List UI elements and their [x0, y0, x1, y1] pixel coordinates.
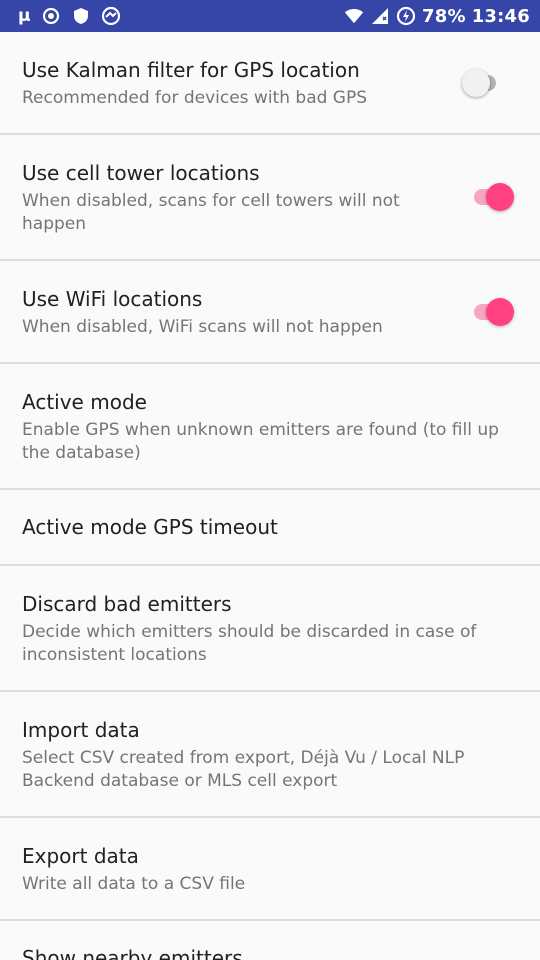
pref-import-data[interactable]: Import data Select CSV created from expo… [0, 692, 540, 818]
pref-discard-bad-emitters[interactable]: Discard bad emitters Decide which emitte… [0, 566, 540, 692]
pref-title: Show nearby emitters [22, 946, 243, 960]
record-icon [41, 6, 61, 26]
cell-signal-icon [370, 6, 390, 26]
pref-show-nearby-emitters[interactable]: Show nearby emitters [0, 921, 540, 960]
data-saver-icon [396, 6, 416, 26]
pref-title: Active mode GPS timeout [22, 515, 278, 539]
pref-summary: Decide which emitters should be discarde… [22, 622, 477, 665]
pref-kalman-filter[interactable]: Use Kalman filter for GPS location Recom… [0, 32, 540, 135]
switch-thumb [486, 183, 514, 211]
pref-active-mode[interactable]: Active mode Enable GPS when unknown emit… [0, 364, 540, 490]
cell-tower-toggle[interactable] [470, 183, 514, 211]
status-bar: μ 78% 13:46 [0, 0, 540, 32]
app-notification-glyph: μ [18, 6, 31, 26]
switch-thumb [462, 69, 490, 97]
pref-summary: Enable GPS when unknown emitters are fou… [22, 420, 499, 463]
switch-thumb [486, 298, 514, 326]
pref-summary: Recommended for devices with bad GPS [22, 88, 368, 108]
kalman-toggle[interactable] [462, 69, 506, 97]
clock: 13:46 [471, 5, 530, 27]
pref-summary: When disabled, WiFi scans will not happe… [22, 317, 383, 337]
battery-level: 78% [422, 5, 466, 27]
pref-export-data[interactable]: Export data Write all data to a CSV file [0, 818, 540, 921]
pref-summary: Write all data to a CSV file [22, 874, 246, 894]
wifi-icon [344, 6, 364, 26]
pref-summary: Select CSV created from export, Déjà Vu … [22, 748, 465, 791]
pref-title: Use Kalman filter for GPS location [22, 58, 360, 82]
status-left: μ [18, 6, 121, 26]
pref-active-mode-timeout[interactable]: Active mode GPS timeout [0, 490, 540, 566]
pref-summary: When disabled, scans for cell towers wil… [22, 191, 400, 234]
pref-cell-tower[interactable]: Use cell tower locations When disabled, … [0, 135, 540, 261]
wifi-toggle[interactable] [470, 298, 514, 326]
pref-title: Use cell tower locations [22, 161, 260, 185]
vpn-icon [101, 6, 121, 26]
settings-list: Use Kalman filter for GPS location Recom… [0, 32, 540, 960]
pref-title: Export data [22, 844, 139, 868]
shield-icon [71, 6, 91, 26]
pref-wifi[interactable]: Use WiFi locations When disabled, WiFi s… [0, 261, 540, 364]
pref-title: Discard bad emitters [22, 592, 232, 616]
pref-title: Use WiFi locations [22, 287, 203, 311]
pref-title: Import data [22, 718, 140, 742]
status-right: 78% 13:46 [344, 6, 530, 27]
pref-title: Active mode [22, 390, 147, 414]
